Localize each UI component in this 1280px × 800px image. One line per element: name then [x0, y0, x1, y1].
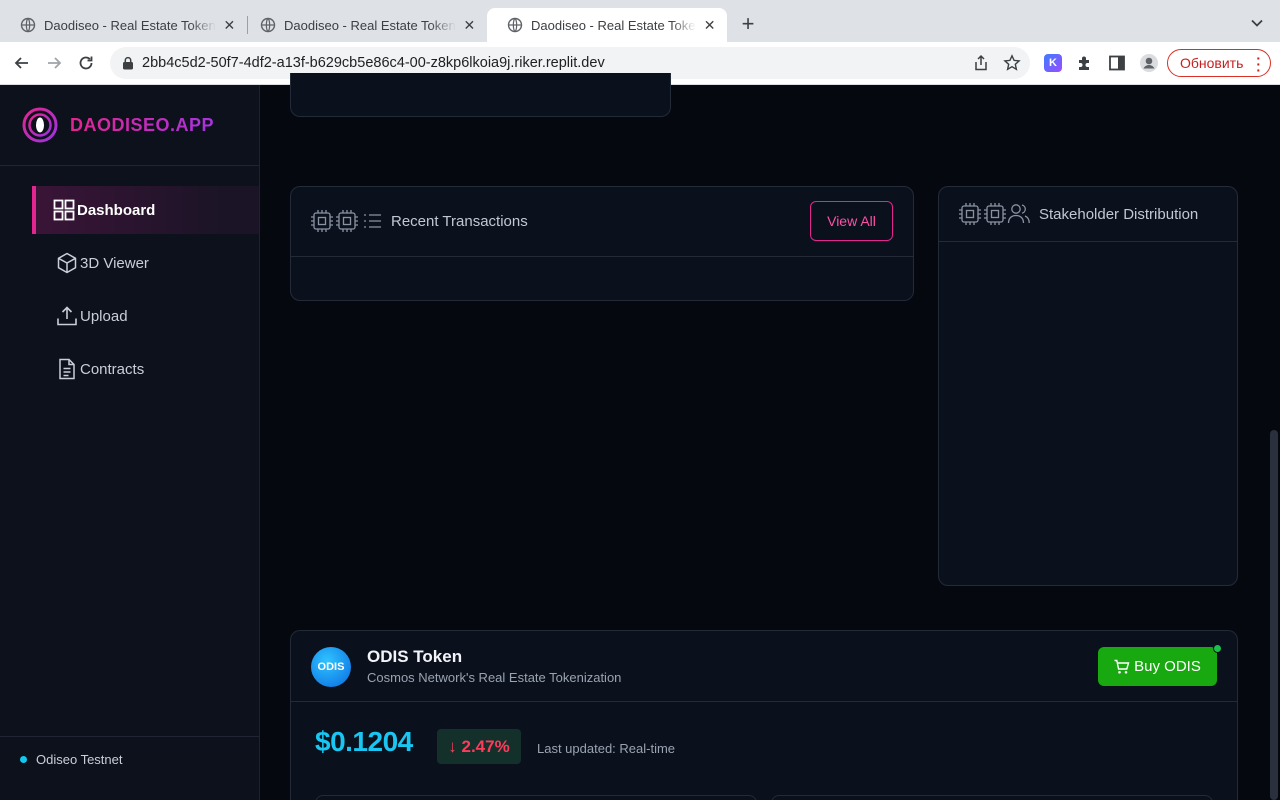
chip-users-icon: [959, 203, 1030, 225]
network-status-dot: [20, 756, 27, 763]
view-all-button[interactable]: View All: [810, 201, 893, 241]
side-panel-icon[interactable]: [1107, 53, 1127, 73]
cube-icon: [57, 252, 77, 274]
token-subpanel-right: [771, 795, 1213, 800]
sidebar-item-label: Upload: [80, 307, 128, 325]
live-status-dot: [1213, 644, 1222, 653]
card-divider: [291, 701, 1237, 702]
browser-tab-3-active[interactable]: Daodiseo - Real Estate Tokeniz ✕: [487, 8, 727, 42]
update-button-label: Обновить: [1180, 55, 1244, 71]
chevron-down-icon[interactable]: [1250, 16, 1264, 30]
buy-button-label: Buy ODIS: [1134, 658, 1201, 675]
stakeholder-title: Stakeholder Distribution: [1039, 205, 1199, 223]
new-tab-icon[interactable]: +: [737, 12, 759, 36]
puzzle-icon[interactable]: [1075, 53, 1095, 73]
grid-icon: [53, 199, 75, 221]
sidebar-item-upload[interactable]: Upload: [32, 292, 259, 340]
card-divider: [939, 241, 1237, 242]
tab-title: Daodiseo - Real Estate Tokeniz: [44, 17, 216, 33]
last-updated: Last updated: Real-time: [537, 741, 676, 756]
globe-icon: [260, 17, 276, 33]
document-icon: [59, 358, 75, 380]
cart-icon: [1114, 659, 1130, 674]
chip-list-icon: [311, 210, 381, 232]
sidebar-item-contracts[interactable]: Contracts: [32, 345, 259, 393]
sidebar-item-label: Contracts: [80, 360, 145, 378]
odis-token-card: ODIS ODIS Token Cosmos Network's Real Es…: [290, 630, 1238, 800]
brand-name: DAODISEO.APP: [70, 114, 215, 135]
close-icon[interactable]: ✕: [462, 17, 477, 34]
browser-tab-strip: Daodiseo - Real Estate Tokeniz ✕ Daodise…: [0, 0, 1280, 42]
reload-icon[interactable]: [76, 53, 96, 73]
lock-icon: [123, 56, 133, 70]
price-change-badge: ↓ 2.47%: [437, 729, 521, 764]
sidebar: DAODISEO.APP Dashboard 3D Viewer Upload …: [0, 85, 260, 800]
previous-card-bottom: [290, 73, 671, 117]
globe-icon: [507, 17, 523, 33]
more-vert-icon[interactable]: · · ·: [1256, 51, 1261, 77]
stakeholder-distribution-card: Stakeholder Distribution: [938, 186, 1238, 586]
main-content: Recent Transactions View All Stakeholder…: [260, 73, 1280, 800]
globe-icon: [20, 17, 36, 33]
recent-transactions-card: Recent Transactions View All: [290, 186, 914, 301]
browser-tab-1[interactable]: Daodiseo - Real Estate Tokeniz ✕: [0, 8, 247, 42]
sidebar-footer-divider: [0, 736, 259, 737]
update-browser-button[interactable]: Обновить · · ·: [1167, 49, 1271, 77]
odis-token-logo: ODIS: [311, 647, 351, 687]
star-icon[interactable]: [1003, 54, 1021, 72]
sidebar-item-dashboard[interactable]: Dashboard: [32, 186, 259, 234]
sidebar-item-label: 3D Viewer: [80, 254, 149, 272]
sidebar-item-3d-viewer[interactable]: 3D Viewer: [32, 239, 259, 287]
recent-transactions-title: Recent Transactions: [391, 212, 528, 230]
token-price: $0.1204: [315, 726, 413, 757]
sidebar-divider: [0, 165, 259, 166]
token-subpanel-left: [315, 795, 757, 800]
network-status: Odiseo Testnet: [20, 752, 122, 767]
browser-tab-2[interactable]: Daodiseo - Real Estate Tokeniz ✕: [240, 8, 487, 42]
profile-avatar-icon[interactable]: [1139, 53, 1159, 73]
card-divider: [291, 256, 913, 257]
token-subtitle: Cosmos Network's Real Estate Tokenizatio…: [367, 670, 622, 685]
extension-k-icon[interactable]: K: [1044, 54, 1062, 72]
token-name: ODIS Token: [367, 647, 463, 666]
close-icon[interactable]: ✕: [702, 17, 717, 34]
tab-title: Daodiseo - Real Estate Tokeniz: [531, 17, 697, 33]
upload-icon: [57, 306, 77, 326]
recent-transactions-header: Recent Transactions: [311, 209, 528, 233]
sidebar-item-label: Dashboard: [77, 201, 156, 219]
tab-title: Daodiseo - Real Estate Tokeniz: [284, 17, 456, 33]
page-scrollbar[interactable]: [1270, 430, 1278, 800]
share-icon[interactable]: [972, 54, 990, 72]
network-label: Odiseo Testnet: [36, 752, 123, 767]
close-icon[interactable]: ✕: [222, 17, 237, 34]
url-text: 2bb4c5d2-50f7-4df2-a13f-b629cb5e86c4-00-…: [142, 55, 605, 71]
buy-odis-button[interactable]: Buy ODIS: [1098, 647, 1217, 686]
back-arrow-icon[interactable]: [12, 53, 32, 73]
daodiseo-logo-icon: [22, 107, 58, 143]
forward-arrow-icon[interactable]: [44, 53, 64, 73]
stakeholder-header: Stakeholder Distribution: [959, 201, 1198, 227]
brand[interactable]: DAODISEO.APP: [22, 107, 214, 143]
